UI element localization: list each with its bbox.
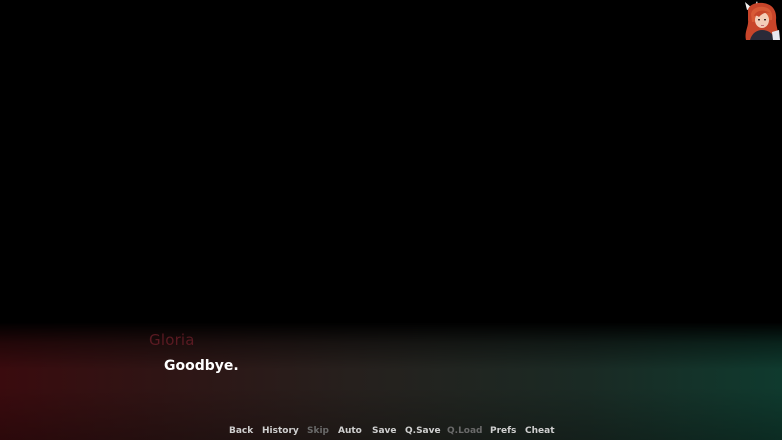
quick-menu-skip-button[interactable]: Skip [307, 426, 329, 436]
quick-menu-prefs-button[interactable]: Prefs [490, 426, 516, 436]
quick-menu-save-button[interactable]: Save [372, 426, 397, 436]
quick-menu-cheat-button[interactable]: Cheat [525, 426, 555, 436]
speaker-name: Gloria [149, 331, 195, 349]
character-portrait-icon [742, 0, 782, 40]
quick-menu-back-button[interactable]: Back [229, 426, 253, 436]
quick-menu-history-button[interactable]: History [262, 426, 299, 436]
quick-menu-auto-button[interactable]: Auto [338, 426, 362, 436]
quick-menu: Back History Skip Auto Save Q.Save Q.Loa… [0, 426, 782, 440]
quick-menu-qload-button[interactable]: Q.Load [447, 426, 483, 436]
quick-menu-qsave-button[interactable]: Q.Save [405, 426, 441, 436]
game-screen[interactable]: Gloria Goodbye. Back History Skip Auto S… [0, 0, 782, 440]
dialogue-text: Goodbye. [164, 358, 239, 374]
dialogue-window[interactable] [0, 322, 782, 440]
